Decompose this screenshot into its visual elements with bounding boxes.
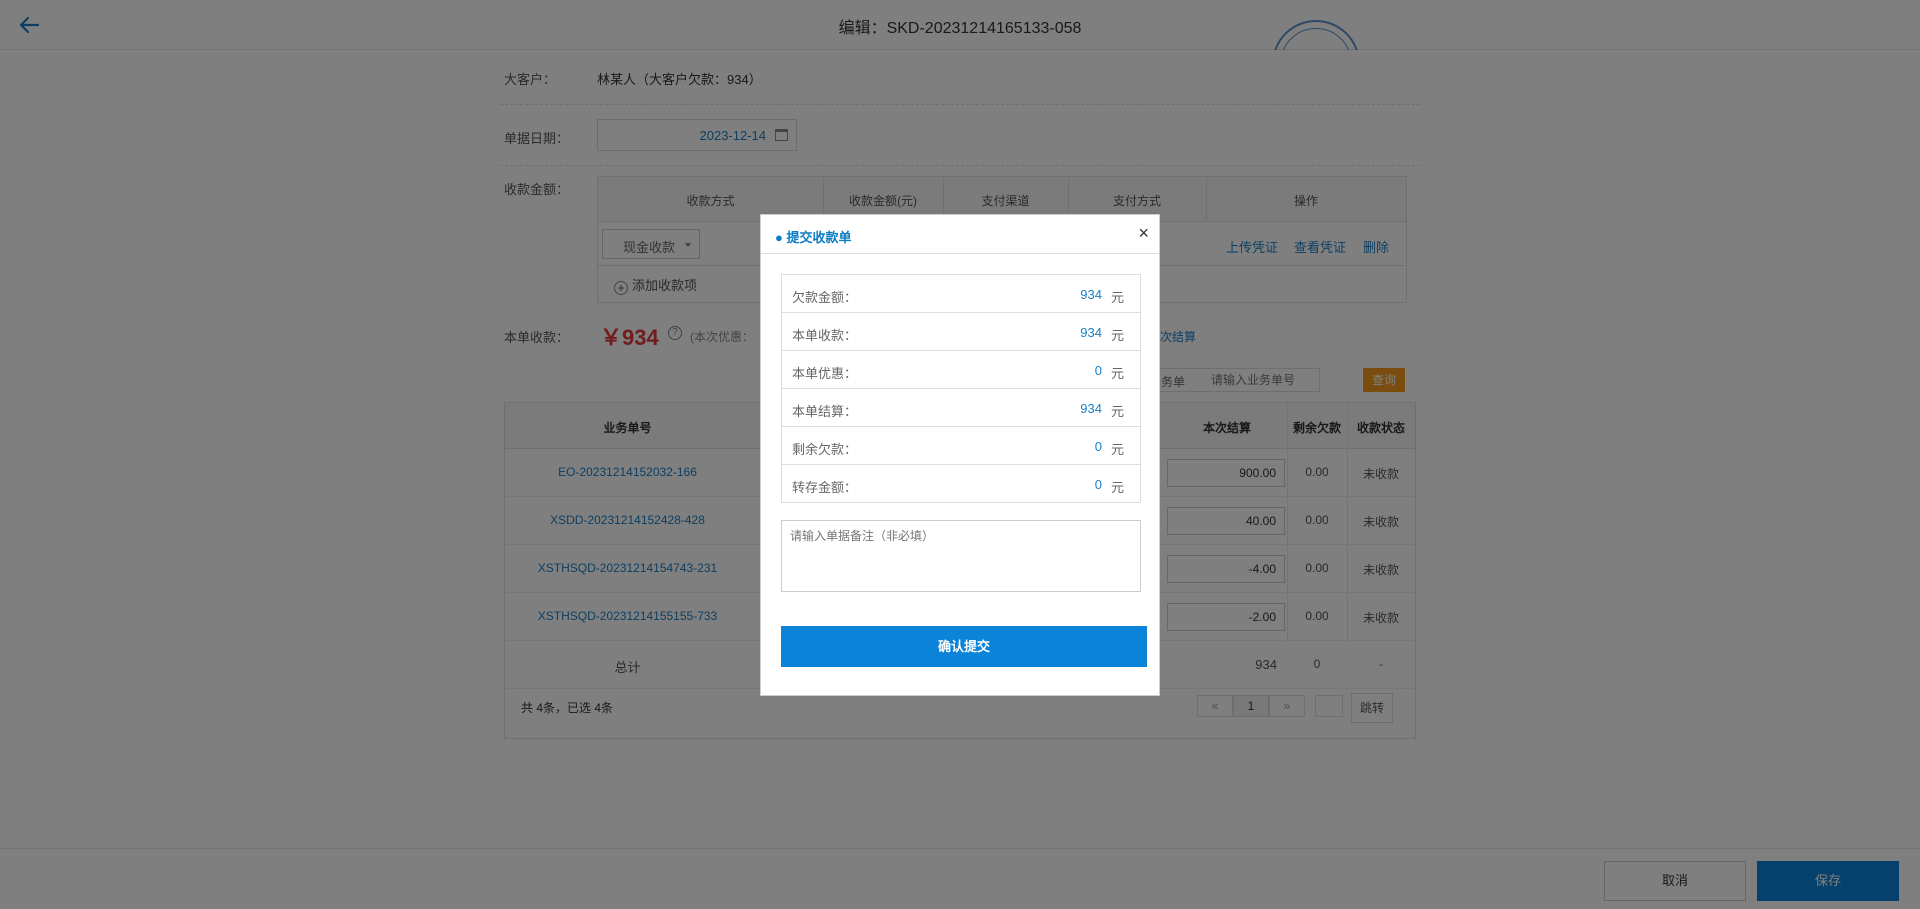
summary-row-value: 0 [1094, 439, 1102, 454]
summary-row-unit: 元 [1110, 442, 1124, 457]
dialog-title: ● 提交收款单 [775, 230, 852, 245]
summary-row-label: 剩余欠款： [792, 442, 858, 457]
close-icon[interactable]: × [1138, 223, 1149, 243]
summary-row-label: 本单结算： [792, 404, 858, 419]
summary-row-label: 转存金额： [792, 480, 858, 495]
summary-row-label: 本单收款： [792, 328, 858, 343]
dialog-header: ● 提交收款单 × [761, 215, 1159, 254]
summary-row-unit: 元 [1110, 290, 1124, 305]
summary-list: 欠款金额： 934 元 本单收款： 934 元 本单优惠： 0 元 本单结算： … [781, 274, 1141, 503]
summary-row-value: 934 [1080, 287, 1102, 302]
summary-row-label: 本单优惠： [792, 366, 858, 381]
summary-row-label: 欠款金额： [792, 290, 858, 305]
summary-row-debt: 欠款金额： 934 元 [781, 274, 1141, 313]
summary-row-unit: 元 [1110, 328, 1124, 343]
summary-row-settlement: 本单结算： 934 元 [781, 388, 1141, 427]
confirm-submit-button[interactable]: 确认提交 [781, 626, 1147, 667]
summary-row-value: 0 [1094, 363, 1102, 378]
summary-row-unit: 元 [1110, 404, 1124, 419]
summary-row-value: 934 [1080, 401, 1102, 416]
summary-row-unit: 元 [1110, 366, 1124, 381]
summary-row-received: 本单收款： 934 元 [781, 312, 1141, 351]
summary-row-value: 0 [1094, 477, 1102, 492]
summary-row-unit: 元 [1110, 480, 1124, 495]
summary-row-discount: 本单优惠： 0 元 [781, 350, 1141, 389]
submit-receipt-dialog: ● 提交收款单 × 欠款金额： 934 元 本单收款： 934 元 本单优惠： … [760, 214, 1160, 696]
summary-row-value: 934 [1080, 325, 1102, 340]
summary-row-transfer: 转存金额： 0 元 [781, 464, 1141, 503]
remark-textarea[interactable] [781, 520, 1141, 592]
summary-row-remaining: 剩余欠款： 0 元 [781, 426, 1141, 465]
